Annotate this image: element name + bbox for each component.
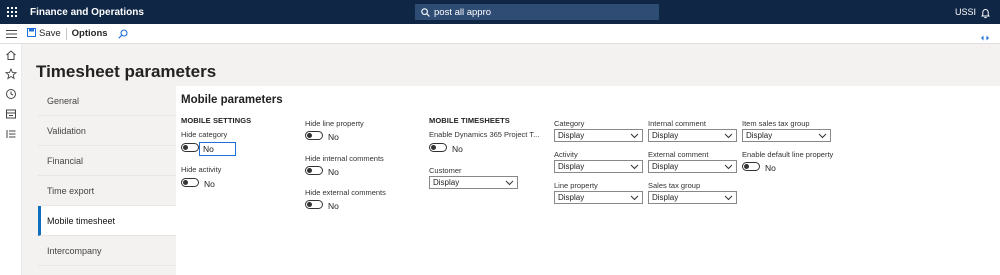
line-property-select[interactable]: Display [554, 191, 643, 204]
hide-category-value-field[interactable]: No [199, 142, 236, 156]
page-title: Timesheet parameters [36, 62, 217, 81]
tab-mobile-timesheet[interactable]: Mobile timesheet [38, 206, 176, 236]
list-icon[interactable] [5, 127, 17, 139]
tab-time-export[interactable]: Time export [38, 176, 176, 206]
external-comment-select[interactable]: Display [648, 160, 737, 173]
save-label: Save [39, 28, 61, 39]
enable-default-line-property-toggle[interactable] [742, 162, 760, 171]
app-title[interactable]: Finance and Operations [30, 7, 144, 18]
global-search-text: post all appro [434, 6, 492, 18]
internal-comment-label: Internal comment [648, 119, 706, 128]
enable-project-timesheet-value: No [452, 144, 463, 154]
hide-external-comments-value: No [328, 201, 339, 211]
search-icon [421, 7, 430, 17]
home-icon[interactable] [5, 48, 17, 60]
line-property-select-value: Display [558, 193, 585, 202]
sales-tax-group-select[interactable]: Display [648, 191, 737, 204]
hide-internal-comments-value: No [328, 167, 339, 177]
hide-internal-comments-label: Hide internal comments [305, 154, 384, 163]
chevron-down-icon [630, 193, 639, 202]
clock-icon[interactable] [5, 87, 17, 99]
hide-activity-toggle[interactable] [181, 178, 199, 187]
diamond-icon[interactable] [980, 29, 990, 47]
customer-select-value: Display [433, 178, 460, 187]
item-sales-tax-group-label: Item sales tax group [742, 119, 810, 128]
action-separator [65, 27, 67, 40]
hide-line-property-toggle[interactable] [305, 131, 323, 140]
tab-validation[interactable]: Validation [38, 116, 176, 146]
category-select-value: Display [558, 131, 585, 140]
activity-label: Activity [554, 150, 578, 159]
chevron-down-icon [630, 162, 639, 171]
panel-title: Mobile parameters [181, 94, 283, 106]
global-search-box[interactable]: post all appro [415, 4, 659, 20]
hide-external-comments-label: Hide external comments [305, 188, 386, 197]
bell-icon[interactable] [980, 6, 991, 24]
customer-select[interactable]: Display [429, 176, 518, 189]
hide-line-property-value: No [328, 132, 339, 142]
left-navigation [0, 44, 22, 275]
hide-category-toggle[interactable] [181, 143, 199, 152]
action-bar: Save Options [0, 24, 1000, 44]
top-bar: Finance and Operations post all appro US… [0, 0, 1000, 24]
hide-activity-value: No [204, 179, 215, 189]
internal-comment-select[interactable]: Display [648, 129, 737, 142]
hide-category-label: Hide category [181, 130, 228, 139]
external-comment-select-value: Display [652, 162, 679, 171]
customer-label: Customer [429, 166, 462, 175]
enable-project-timesheet-toggle[interactable] [429, 143, 447, 152]
hide-external-comments-toggle[interactable] [305, 200, 323, 209]
line-property-label: Line property [554, 181, 598, 190]
hide-internal-comments-toggle[interactable] [305, 166, 323, 175]
chevron-down-icon [505, 178, 514, 187]
save-icon [27, 27, 39, 40]
item-sales-tax-group-select[interactable]: Display [742, 129, 831, 142]
activity-select[interactable]: Display [554, 160, 643, 173]
workspace-icon[interactable] [5, 107, 17, 119]
sales-tax-group-label: Sales tax group [648, 181, 701, 190]
company-selector[interactable]: USSI [955, 7, 976, 17]
chevron-down-icon [724, 131, 733, 140]
tab-general[interactable]: General [38, 86, 176, 116]
internal-comment-select-value: Display [652, 131, 679, 140]
item-sales-tax-group-select-value: Display [746, 131, 773, 140]
waffle-icon[interactable] [0, 0, 24, 24]
enable-default-line-property-value: No [765, 163, 776, 173]
chevron-down-icon [724, 193, 733, 202]
category-select[interactable]: Display [554, 129, 643, 142]
category-label: Category [554, 119, 585, 128]
hide-line-property-label: Hide line property [305, 119, 364, 128]
star-icon[interactable] [4, 67, 18, 80]
activity-select-value: Display [558, 162, 585, 171]
action-search-icon[interactable] [117, 28, 128, 39]
chevron-down-icon [818, 131, 827, 140]
mobile-timesheets-heading: MOBILE TIMESHEETS [429, 116, 510, 125]
sales-tax-group-select-value: Display [652, 193, 679, 202]
enable-project-timesheet-label: Enable Dynamics 365 Project T... [429, 130, 540, 139]
chevron-down-icon [630, 131, 639, 140]
enable-default-line-property-label: Enable default line property [742, 150, 834, 159]
tab-intercompany[interactable]: Intercompany [38, 236, 176, 266]
vertical-tabs: General Validation Financial Time export… [38, 86, 176, 275]
tab-financial[interactable]: Financial [38, 146, 176, 176]
options-button[interactable]: Options [72, 28, 108, 39]
save-button[interactable]: Save [27, 27, 61, 40]
mobile-settings-heading: MOBILE SETTINGS [181, 116, 252, 125]
hide-activity-label: Hide activity [181, 165, 222, 174]
chevron-down-icon [724, 162, 733, 171]
hamburger-icon[interactable] [0, 29, 22, 38]
external-comment-label: External comment [648, 150, 709, 159]
